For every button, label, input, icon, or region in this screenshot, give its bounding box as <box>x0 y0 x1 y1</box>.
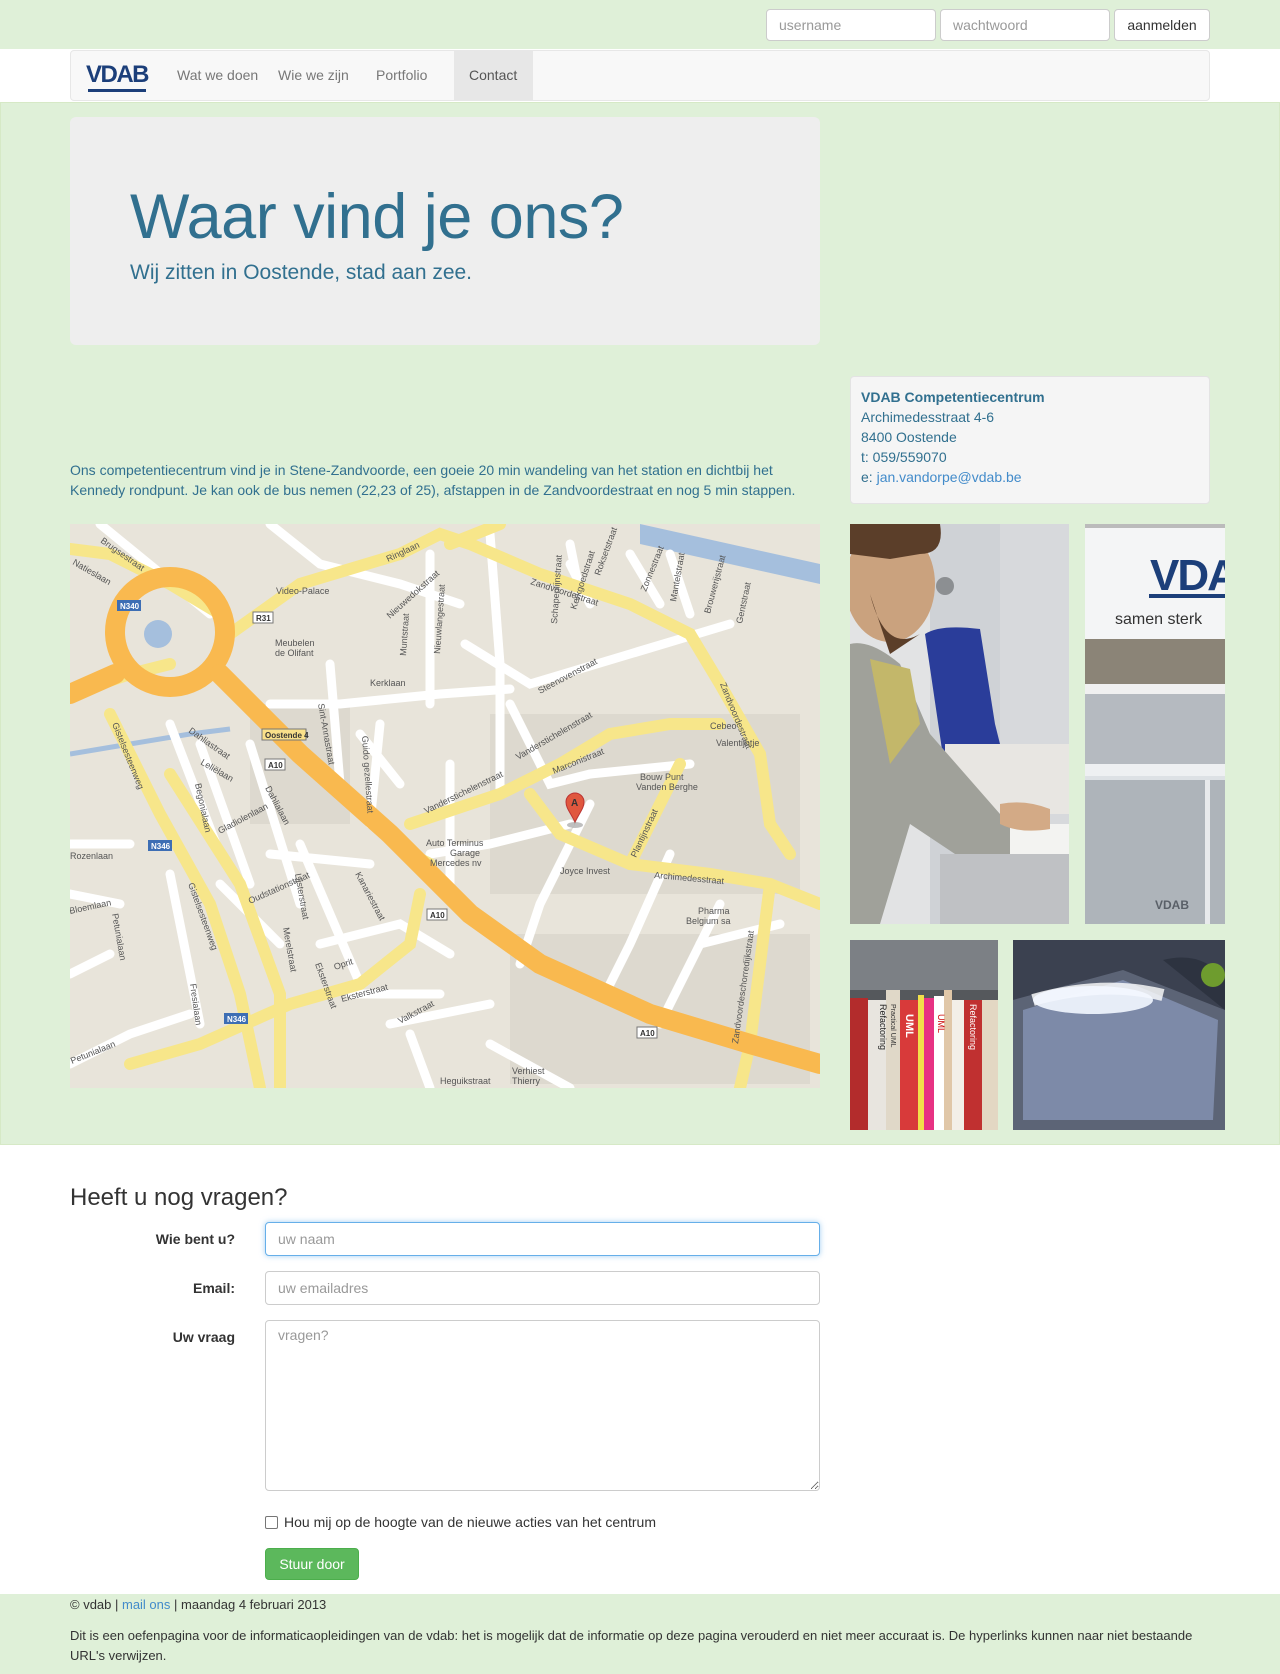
svg-text:N346: N346 <box>227 1015 247 1024</box>
email-label: Email: <box>192 1280 235 1296</box>
map-canvas: Brugsestraat Ringlaan Video-Palace Zandv… <box>70 524 820 1088</box>
book-refactoring-1: Refactoring <box>878 1004 888 1050</box>
nav-wat-we-doen[interactable]: Wat we doen <box>162 51 273 100</box>
main-navbar: VDAB Wat we doen Wie we zijn Portfolio C… <box>70 50 1210 101</box>
email-input[interactable] <box>265 1271 820 1305</box>
photo-books: Refactoring UML UML Refactoring Practica… <box>850 940 998 1130</box>
submit-button[interactable]: Stuur door <box>265 1548 359 1580</box>
svg-text:Video-Palace: Video-Palace <box>276 586 329 596</box>
login-button[interactable]: aanmelden <box>1114 9 1210 41</box>
login-bar: aanmelden <box>0 0 1280 49</box>
photo-vdab-building-sign: VDA samen sterk VDAB <box>1085 524 1225 924</box>
address-email-row: e: jan.vandorpe@vdab.be <box>861 467 1199 487</box>
svg-text:Heguikstraat: Heguikstraat <box>440 1076 491 1086</box>
address-phone: t: 059/559070 <box>861 449 947 465</box>
svg-text:Belgium sa: Belgium sa <box>686 916 731 926</box>
book-uml-2: UML <box>936 1014 946 1033</box>
svg-text:Cebeo: Cebeo <box>710 721 737 731</box>
svg-text:Kerklaan: Kerklaan <box>370 678 406 688</box>
svg-text:de Olifant: de Olifant <box>275 648 314 658</box>
svg-text:N340: N340 <box>120 602 140 611</box>
svg-text:A10: A10 <box>430 911 445 920</box>
svg-text:Rozenlaan: Rozenlaan <box>70 851 113 861</box>
svg-text:A10: A10 <box>268 761 283 770</box>
svg-text:Verhiest: Verhiest <box>512 1066 545 1076</box>
svg-text:Pharma: Pharma <box>698 906 730 916</box>
book-practical-uml: Practical UML <box>889 1004 896 1048</box>
sign-vdab-text: VDA <box>1150 551 1225 600</box>
book-uml-1: UML <box>903 1014 915 1038</box>
svg-text:Garage: Garage <box>450 848 480 858</box>
question-textarea[interactable] <box>265 1320 820 1491</box>
hero-jumbotron: Waar vind je ons? Wij zitten in Oostende… <box>70 117 820 345</box>
svg-text:Meubelen: Meubelen <box>275 638 315 648</box>
svg-text:A: A <box>571 798 578 809</box>
monitor-vdab-text: VDAB <box>1155 898 1189 912</box>
address-city: 8400 Oostende <box>861 429 957 445</box>
nav-portfolio[interactable]: Portfolio <box>361 51 442 100</box>
svg-text:R31: R31 <box>256 614 271 623</box>
name-label: Wie bent u? <box>155 1231 235 1247</box>
brand-text: VDAB <box>86 61 150 88</box>
address-org: VDAB Competentiecentrum <box>861 389 1045 405</box>
footer-line: © vdab | mail ons | maandag 4 februari 2… <box>70 1597 326 1612</box>
page-title: Waar vind je ons? <box>130 182 624 252</box>
svg-text:Valentijntje: Valentijntje <box>716 738 759 748</box>
page-footer: © vdab | mail ons | maandag 4 februari 2… <box>0 1594 1280 1674</box>
svg-text:Bouw Punt: Bouw Punt <box>640 772 684 782</box>
svg-text:Thierry: Thierry <box>512 1076 541 1086</box>
footer-date: | maandag 4 februari 2013 <box>170 1597 327 1612</box>
svg-text:Mercedes nv: Mercedes nv <box>430 858 482 868</box>
contact-form-title: Heeft u nog vragen? <box>70 1184 288 1211</box>
nav-wie-we-zijn[interactable]: Wie we zijn <box>263 51 364 100</box>
newsletter-checkbox[interactable] <box>265 1515 278 1529</box>
footer-disclaimer: Dit is een oefenpagina voor de informati… <box>70 1628 1193 1663</box>
question-label: Uw vraag <box>172 1329 235 1345</box>
svg-text:Auto Terminus: Auto Terminus <box>426 838 484 848</box>
address-card: VDAB Competentiecentrum Archimedesstraat… <box>850 376 1210 504</box>
intro-text: Ons competentiecentrum vind je in Stene-… <box>70 462 796 498</box>
email-prefix: e: <box>861 469 877 485</box>
nav-contact[interactable]: Contact <box>454 51 533 100</box>
name-input[interactable] <box>265 1222 820 1256</box>
svg-text:A10: A10 <box>640 1029 655 1038</box>
svg-text:Vanden Berghe: Vanden Berghe <box>636 782 698 792</box>
footer-copyright: © vdab | <box>70 1597 122 1612</box>
vdab-logo[interactable]: VDAB <box>86 61 150 92</box>
username-input[interactable] <box>766 9 936 41</box>
password-input[interactable] <box>940 9 1110 41</box>
location-map[interactable]: Brugsestraat Ringlaan Video-Palace Zandv… <box>70 524 820 1088</box>
svg-text:Joyce Invest: Joyce Invest <box>560 866 611 876</box>
svg-text:N346: N346 <box>151 842 171 851</box>
newsletter-row[interactable]: Hou mij op de hoogte van de nieuwe actie… <box>265 1514 656 1530</box>
sign-tagline-text: samen sterk <box>1115 611 1203 628</box>
brand-underline <box>88 89 146 92</box>
address-street: Archimedesstraat 4-6 <box>861 409 995 425</box>
book-refactoring-2: Refactoring <box>968 1004 978 1050</box>
photo-touch-table <box>1013 940 1225 1130</box>
newsletter-label: Hou mij op de hoogte van de nieuwe actie… <box>284 1514 657 1530</box>
svg-text:Oostende 4: Oostende 4 <box>265 731 309 740</box>
photo-student-at-computer <box>850 524 1069 924</box>
page-subtitle: Wij zitten in Oostende, stad aan zee. <box>130 261 473 284</box>
email-link[interactable]: jan.vandorpe@vdab.be <box>877 469 1022 485</box>
footer-mail-link[interactable]: mail ons <box>122 1597 170 1612</box>
